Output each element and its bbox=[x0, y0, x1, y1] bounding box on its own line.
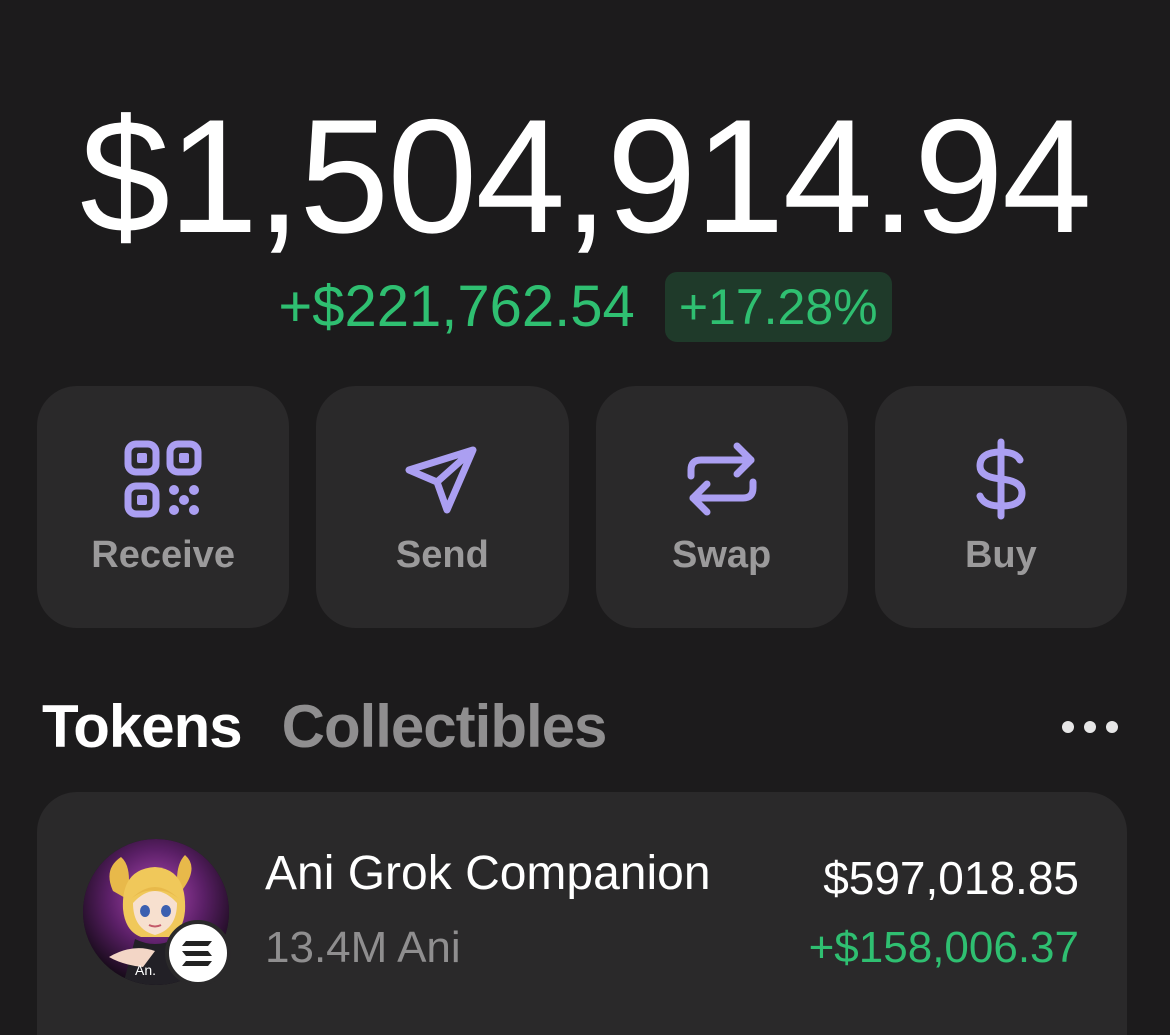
tab-tokens[interactable]: Tokens bbox=[42, 692, 243, 762]
buy-button[interactable]: Buy bbox=[874, 386, 1127, 628]
swap-label: Swap bbox=[672, 534, 772, 576]
tab-collectibles[interactable]: Collectibles bbox=[282, 692, 608, 762]
action-buttons: Receive Send Swap Buy bbox=[37, 386, 1127, 628]
swap-button[interactable]: Swap bbox=[595, 386, 848, 628]
total-balance: $1,504,914.94 bbox=[80, 86, 1092, 267]
asset-tabs: Tokens Collectibles bbox=[42, 692, 608, 762]
balance-change-amount: +$221,762.54 bbox=[278, 274, 635, 339]
token-row[interactable]: Ani Grok Companion 13.4M Ani $597,018.85… bbox=[37, 792, 1127, 1035]
token-amount: 13.4M Ani bbox=[265, 923, 461, 972]
solana-icon bbox=[165, 920, 231, 986]
send-button[interactable]: Send bbox=[316, 386, 569, 628]
token-name: Ani Grok Companion bbox=[265, 847, 711, 900]
token-value: $597,018.85 bbox=[823, 852, 1079, 904]
swap-icon bbox=[681, 438, 763, 520]
token-change: +$158,006.37 bbox=[808, 923, 1079, 972]
send-icon bbox=[401, 438, 483, 520]
buy-label: Buy bbox=[964, 534, 1037, 576]
receive-label: Receive bbox=[91, 534, 235, 576]
balance-change-row: +$221,762.54 +17.28% bbox=[0, 272, 1170, 342]
send-label: Send bbox=[395, 534, 489, 576]
avatar-label: An. bbox=[135, 962, 157, 978]
receive-button[interactable]: Receive bbox=[37, 386, 290, 628]
balance-change-percent-badge: +17.28% bbox=[664, 272, 892, 342]
more-icon[interactable] bbox=[1058, 712, 1122, 742]
qr-code-icon bbox=[122, 438, 204, 520]
dollar-icon bbox=[960, 438, 1042, 520]
